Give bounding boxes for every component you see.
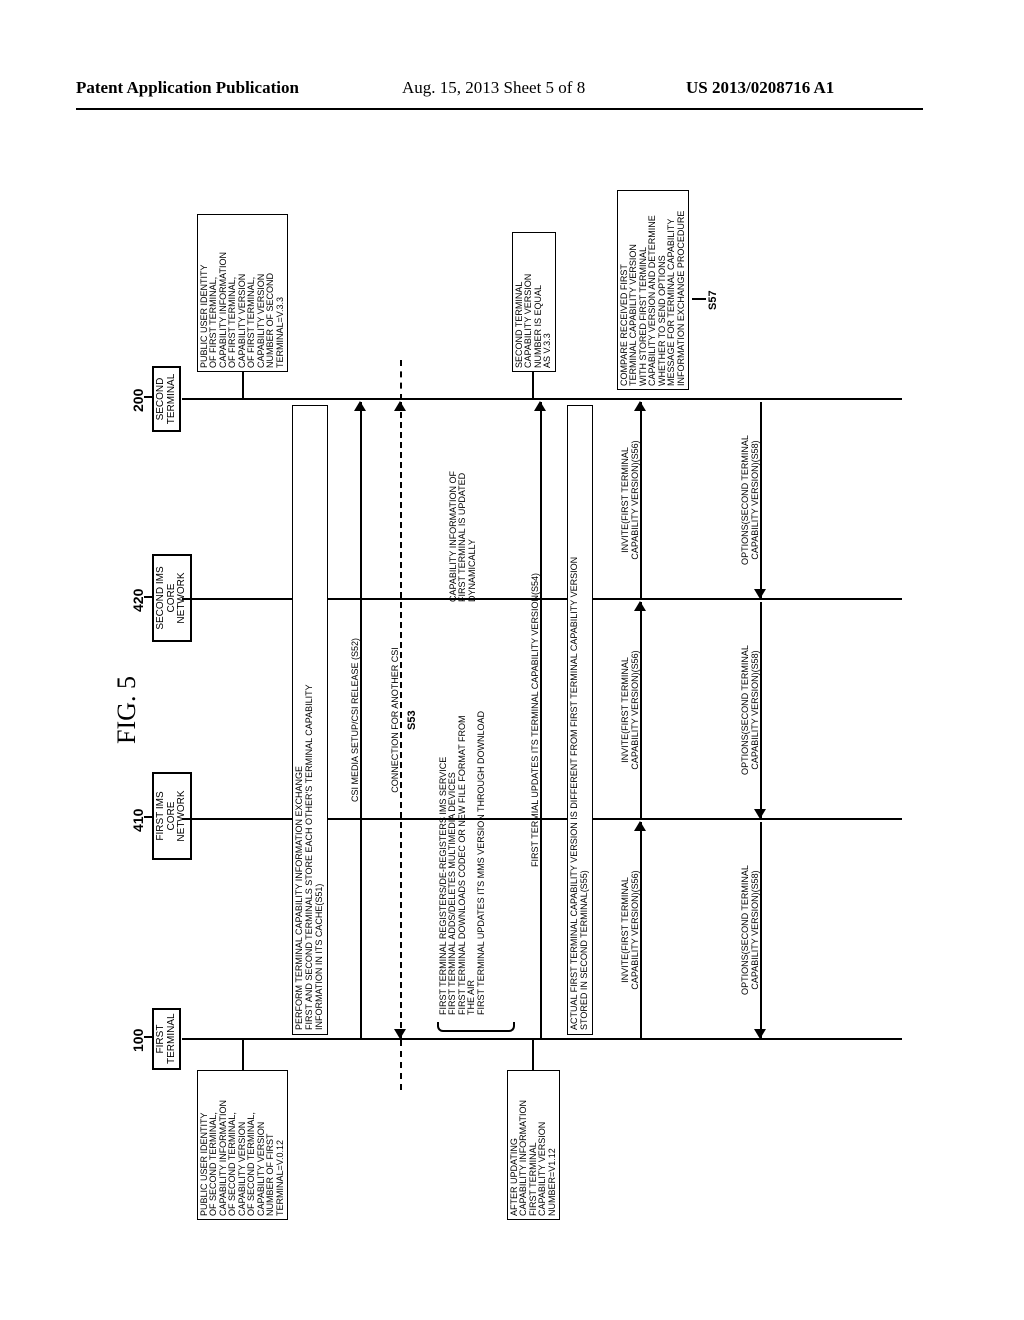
arrow-right-icon xyxy=(534,401,546,411)
msg-s56-a-label: INVITE(FIRST TERMINAL CAPABILITY VERSION… xyxy=(621,822,640,1038)
msg-s53-line xyxy=(400,402,402,1038)
arrow-right-icon xyxy=(394,401,406,411)
msg-s58-a-label: OPTIONS(SECOND TERMINAL CAPABILITY VERSI… xyxy=(741,402,760,598)
msg-s58-b-line xyxy=(760,602,762,818)
msg-s58-a: OPTIONS(SECOND TERMINAL CAPABILITY VERSI… xyxy=(752,402,766,598)
brace-dyn xyxy=(437,1022,515,1032)
header-right: US 2013/0208716 A1 xyxy=(686,78,834,98)
msg-s56-c-line xyxy=(640,402,642,598)
arrow-right-icon xyxy=(634,601,646,611)
lifeline-first xyxy=(182,1038,902,1040)
note-left-2: AFTER UPDATING CAPABILITY INFORMATION FI… xyxy=(507,1070,560,1220)
figure-wrap: FIG. 5 100 410 420 200 FIRST TERMINAL FI… xyxy=(112,150,912,1270)
head-first: FIRST TERMINAL xyxy=(152,1008,181,1070)
leader-s57 xyxy=(692,298,706,300)
msg-s53-label: CONNECTION FOR ANOTHER CSI xyxy=(391,402,400,1038)
label-s57: S57 xyxy=(707,290,719,310)
msg-s56-a: INVITE(FIRST TERMINAL CAPABILITY VERSION… xyxy=(632,822,646,1038)
leader-rv33 xyxy=(532,372,534,400)
msg-s56-a-line xyxy=(640,822,642,1038)
note-left-1: PUBLIC USER IDENTITY OF SECOND TERMINAL,… xyxy=(197,1070,288,1220)
ref-second: 200 xyxy=(130,389,146,412)
msg-s56-b-line xyxy=(640,602,642,818)
header-left: Patent Application Publication xyxy=(76,78,299,98)
note-dyn-right: CAPABILITY INFORMATION OF FIRST TERMINAL… xyxy=(447,425,479,605)
msg-s54: FIRST TERMIAL UPDATES ITS TERMINAL CAPAB… xyxy=(532,402,546,1038)
head-first-net: FIRST IMS CORE NETWORK xyxy=(152,772,192,860)
msg-s54-line xyxy=(540,402,542,1038)
figure-5: FIG. 5 100 410 420 200 FIRST TERMINAL FI… xyxy=(112,150,912,1270)
label-s53: S53 xyxy=(406,710,418,730)
arrow-right-icon xyxy=(634,821,646,831)
msg-s52-label: CSI MEDIA SETUP/CSI RELEASE (S52) xyxy=(351,402,360,1038)
msg-s56-b-label: INVITE(FIRST TERMINAL CAPABILITY VERSION… xyxy=(621,602,640,818)
leader-r1 xyxy=(242,372,244,400)
arrow-left-icon xyxy=(394,1029,406,1039)
note-dyn-list: FIRST TERMINAL REGISTERS/DE-REGISTERS IM… xyxy=(437,688,488,1018)
msg-s58-a-line xyxy=(760,402,762,598)
msg-s58-b-label: OPTIONS(SECOND TERMINAL CAPABILITY VERSI… xyxy=(741,602,760,818)
msg-s58-c-line xyxy=(760,822,762,1038)
msg-s53-ext-r xyxy=(392,360,406,400)
head-second: SECOND TERMINAL xyxy=(152,366,181,432)
note-s57: COMPARE RECEIVED FIRST TERMINAL CAPABILI… xyxy=(617,190,689,390)
figure-title: FIG. 5 xyxy=(112,150,142,1270)
leader-l1 xyxy=(242,1040,244,1070)
msg-s58-c: OPTIONS(SECOND TERMINAL CAPABILITY VERSI… xyxy=(752,822,766,1038)
header-center: Aug. 15, 2013 Sheet 5 of 8 xyxy=(402,78,585,98)
header-rule xyxy=(76,108,923,110)
ref-first-net: 410 xyxy=(130,809,146,832)
msg-s56-b: INVITE(FIRST TERMINAL CAPABILITY VERSION… xyxy=(632,602,646,818)
arrow-left-icon xyxy=(754,589,766,599)
msg-s56-c-label: INVITE(FIRST TERMINAL CAPABILITY VERSION… xyxy=(621,402,640,598)
note-right-v33: SECOND TERMINAL CAPABILITY VERSION NUMBE… xyxy=(512,232,556,372)
lifeline-second xyxy=(182,398,902,400)
msg-s56-c: INVITE(FIRST TERMINAL CAPABILITY VERSION… xyxy=(632,402,646,598)
msg-s52-line xyxy=(360,402,362,1038)
band-s51: PERFORM TERMINAL CAPABILITY INFORMATION … xyxy=(292,405,328,1035)
arrow-right-icon xyxy=(634,401,646,411)
note-right-1: PUBLIC USER IDENTITY OF FIRST TERMINAL, … xyxy=(197,214,288,372)
msg-s52: CSI MEDIA SETUP/CSI RELEASE (S52) xyxy=(352,402,366,1038)
arrow-left-icon xyxy=(754,1029,766,1039)
leader-l2 xyxy=(532,1040,534,1070)
msg-s58-c-label: OPTIONS(SECOND TERMINAL CAPABILITY VERSI… xyxy=(741,822,760,1038)
arrow-left-icon xyxy=(754,809,766,819)
band-s55: ACTUAL FIRST TERMINAL CAPABILITY VERSION… xyxy=(567,405,593,1035)
msg-s53-ext-l xyxy=(392,1040,406,1090)
arrow-right-icon xyxy=(354,401,366,411)
msg-s53: CONNECTION FOR ANOTHER CSI xyxy=(392,402,406,1038)
ref-first: 100 xyxy=(130,1029,146,1052)
msg-s54-label: FIRST TERMIAL UPDATES ITS TERMINAL CAPAB… xyxy=(531,402,540,1038)
ref-second-net: 420 xyxy=(130,589,146,612)
msg-s58-b: OPTIONS(SECOND TERMINAL CAPABILITY VERSI… xyxy=(752,602,766,818)
